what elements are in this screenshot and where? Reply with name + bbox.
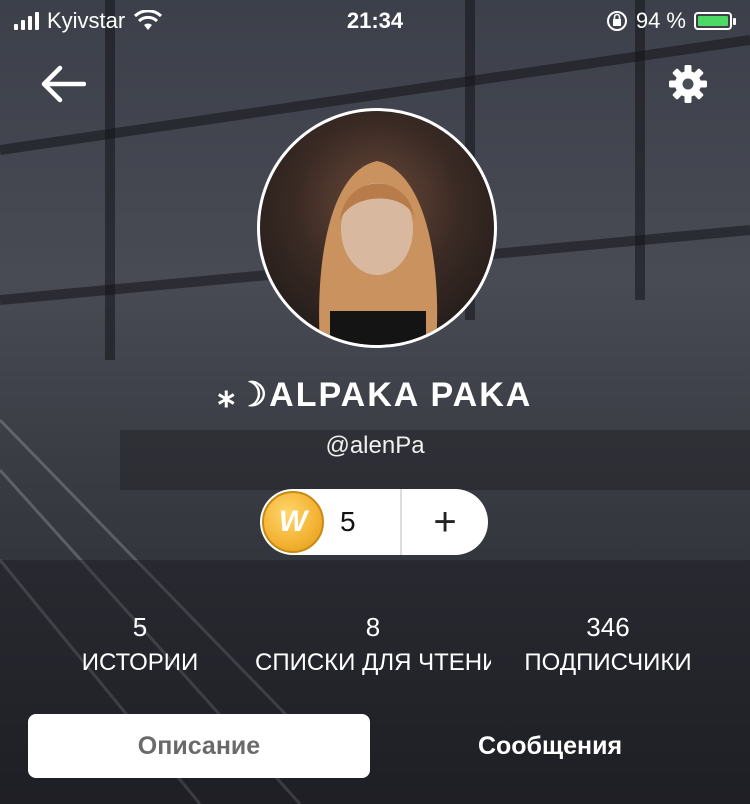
orientation-lock-icon <box>606 11 627 31</box>
avatar[interactable] <box>257 108 497 348</box>
stat-label: ИСТОРИИ <box>81 649 199 676</box>
add-coins-button[interactable]: + <box>402 500 488 545</box>
stat-followers[interactable]: 346 ПОДПИСЧИКИ <box>488 612 728 677</box>
display-name: ⁎☽ALPAKA PAKA <box>217 376 533 414</box>
tab-description[interactable]: Описание <box>28 714 370 778</box>
profile-stats: 5 ИСТОРИИ 8 СПИСКИ ДЛЯ ЧТЕНИ 346 ПОДПИСЧ… <box>0 612 750 682</box>
battery-icon <box>694 12 736 30</box>
stat-label: ПОДПИСЧИКИ <box>524 649 692 676</box>
settings-button[interactable] <box>668 64 708 104</box>
gear-icon <box>669 65 707 103</box>
arrow-left-icon <box>41 65 87 103</box>
stat-value: 346 <box>586 612 630 642</box>
stat-reading-lists[interactable]: 8 СПИСКИ ДЛЯ ЧТЕНИ <box>255 612 491 677</box>
tab-messages[interactable]: Сообщения <box>395 714 705 778</box>
stat-stories[interactable]: 5 ИСТОРИИ <box>20 612 260 677</box>
username: @alenPa <box>325 432 425 459</box>
stat-value: 5 <box>132 612 148 642</box>
status-bar: Kyivstar 21:34 94 % <box>0 0 750 40</box>
battery-percent: 94 % <box>635 8 686 33</box>
coin-count: 5 <box>340 506 356 537</box>
coin-icon: W <box>262 491 324 553</box>
stat-value: 8 <box>365 612 381 642</box>
back-button[interactable] <box>40 64 87 104</box>
coins-widget: W 5 + <box>260 489 488 555</box>
stat-label: СПИСКИ ДЛЯ ЧТЕНИ <box>255 649 491 676</box>
